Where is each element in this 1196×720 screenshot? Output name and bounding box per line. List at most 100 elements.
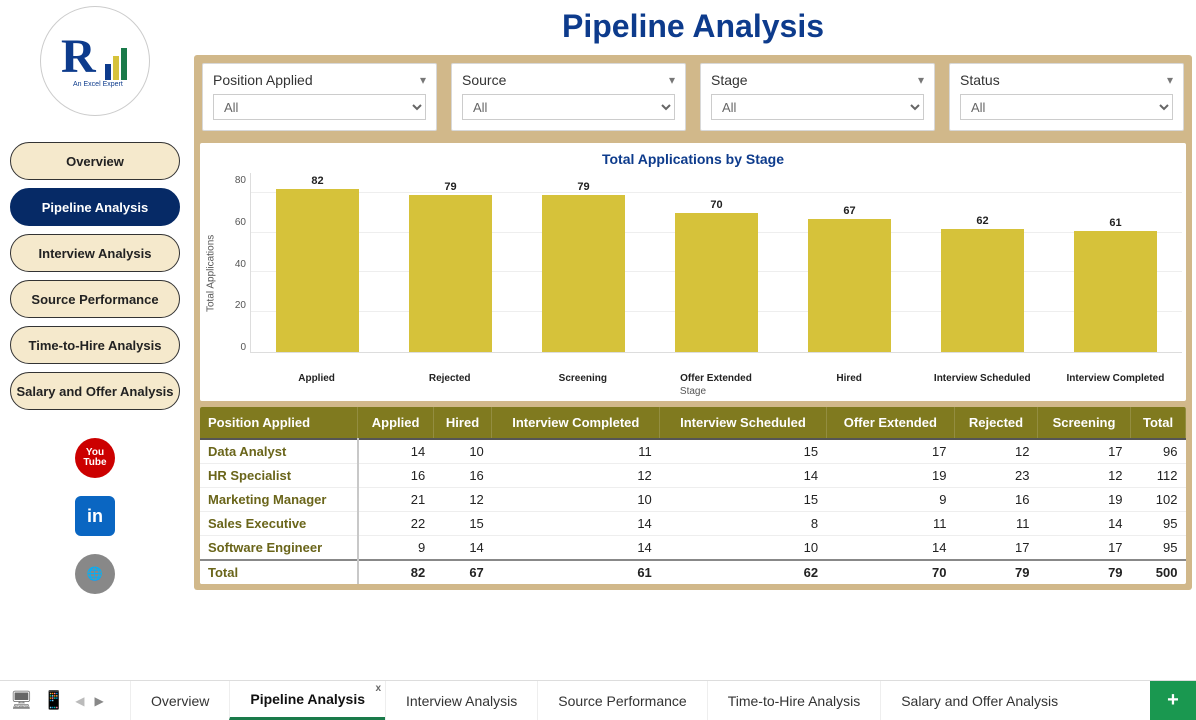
bar-screening[interactable]: 79 (517, 173, 650, 352)
slicer-label: Status (960, 72, 1000, 88)
col-header[interactable]: Interview Completed (492, 407, 660, 439)
bar-value-label: 79 (577, 181, 589, 193)
slicer-status[interactable]: Status ▾ All (949, 63, 1184, 131)
x-category-label: Applied (250, 373, 383, 384)
view-controls: 🖥 📱 ◀ ▶ (0, 681, 130, 720)
bar (675, 213, 757, 352)
cell: 9 (358, 536, 433, 561)
bar (1074, 231, 1156, 352)
bar-hired[interactable]: 67 (783, 173, 916, 352)
web-icon[interactable]: 🌐 (75, 554, 115, 594)
bar-interview-scheduled[interactable]: 62 (916, 173, 1049, 352)
cell: 14 (826, 536, 954, 561)
cell: 12 (955, 439, 1038, 464)
x-category-label: Interview Scheduled (916, 373, 1049, 384)
table-row[interactable]: HR Specialist16161214192312112 (200, 464, 1186, 488)
cell: 67 (433, 560, 492, 584)
y-axis-label: Total Applications (204, 173, 218, 373)
desktop-view-icon[interactable]: 🖥 (10, 690, 33, 711)
slicer-label: Source (462, 72, 506, 88)
cell: 62 (660, 560, 826, 584)
chevron-down-icon[interactable]: ▾ (669, 73, 675, 87)
bar (808, 219, 890, 352)
slicer-position[interactable]: Position Applied ▾ All (202, 63, 437, 131)
cell: 19 (1037, 488, 1130, 512)
tab-source-performance[interactable]: Source Performance (537, 681, 706, 720)
cell: 10 (660, 536, 826, 561)
slicer-select-status[interactable]: All (960, 94, 1173, 120)
chevron-down-icon[interactable]: ▾ (918, 73, 924, 87)
main: Pipeline Analysis Position Applied▾ All … (190, 0, 1196, 668)
tab-overview[interactable]: Overview (130, 681, 229, 720)
table-row[interactable]: Marketing Manager2112101591619102 (200, 488, 1186, 512)
col-header[interactable]: Position Applied (200, 407, 358, 439)
slicer-select-source[interactable]: All (462, 94, 675, 120)
slicer-select-position[interactable]: All (213, 94, 426, 120)
table-row[interactable]: Software Engineer914141014171795 (200, 536, 1186, 561)
col-header[interactable]: Hired (433, 407, 492, 439)
tab-interview-analysis[interactable]: Interview Analysis (385, 681, 537, 720)
logo-text: R An Excel Expert (55, 24, 135, 97)
col-header[interactable]: Interview Scheduled (660, 407, 826, 439)
tab-pipeline-analysis[interactable]: Pipeline Analysisx (229, 681, 385, 720)
slicer-stage[interactable]: Stage▾ All (700, 63, 935, 131)
x-category-label: Hired (783, 373, 916, 384)
add-page-button[interactable]: + (1150, 681, 1196, 720)
cell: 14 (660, 464, 826, 488)
x-axis-categories: AppliedRejectedScreeningOffer ExtendedHi… (250, 373, 1182, 384)
chevron-down-icon[interactable]: ▾ (1167, 73, 1173, 87)
cell: 17 (1037, 536, 1130, 561)
bar-interview-completed[interactable]: 61 (1049, 173, 1182, 352)
cell: 70 (826, 560, 954, 584)
cell: 95 (1131, 536, 1186, 561)
col-header[interactable]: Screening (1037, 407, 1130, 439)
chevron-down-icon[interactable]: ▾ (420, 73, 426, 87)
bar-value-label: 70 (710, 199, 722, 211)
cell: 102 (1131, 488, 1186, 512)
table-body: Data Analyst1410111517121796HR Specialis… (200, 439, 1186, 584)
cell: 61 (492, 560, 660, 584)
col-header[interactable]: Total (1131, 407, 1186, 439)
col-header[interactable]: Rejected (955, 407, 1038, 439)
table-row[interactable]: Sales Executive221514811111495 (200, 512, 1186, 536)
cell: 16 (955, 488, 1038, 512)
logo-icon: R An Excel Expert (55, 24, 135, 94)
slicer-source[interactable]: Source ▾ All (451, 63, 686, 131)
bar-value-label: 67 (843, 205, 855, 217)
chart-panel: Total Applications by Stage Total Applic… (200, 143, 1186, 401)
slicer-select-stage[interactable]: All (711, 94, 924, 120)
bar-value-label: 62 (976, 215, 988, 227)
col-header[interactable]: Offer Extended (826, 407, 954, 439)
nav-source[interactable]: Source Performance (10, 280, 180, 318)
prev-page-icon[interactable]: ◀ (75, 694, 84, 708)
bar-applied[interactable]: 82 (251, 173, 384, 352)
nav-interview[interactable]: Interview Analysis (10, 234, 180, 272)
youtube-icon[interactable]: You Tube (75, 438, 115, 478)
nav-pipeline[interactable]: Pipeline Analysis (10, 188, 180, 226)
bar-offer-extended[interactable]: 70 (650, 173, 783, 352)
cell: 14 (1037, 512, 1130, 536)
logo: R An Excel Expert (40, 6, 150, 116)
tab-time-to-hire-analysis[interactable]: Time-to-Hire Analysis (707, 681, 881, 720)
nav-salary[interactable]: Salary and Offer Analysis (10, 372, 180, 410)
x-category-label: Screening (516, 373, 649, 384)
social-links: You Tube in 🌐 (75, 438, 115, 594)
nav-timetohire[interactable]: Time-to-Hire Analysis (10, 326, 180, 364)
slicer-label: Position Applied (213, 72, 313, 88)
nav-overview[interactable]: Overview (10, 142, 180, 180)
bar-rejected[interactable]: 79 (384, 173, 517, 352)
tab-salary-and-offer-analysis[interactable]: Salary and Offer Analysis (880, 681, 1078, 720)
table-row[interactable]: Data Analyst1410111517121796 (200, 439, 1186, 464)
next-page-icon[interactable]: ▶ (95, 694, 104, 708)
cell: 22 (358, 512, 433, 536)
linkedin-icon[interactable]: in (75, 496, 115, 536)
cell: 14 (492, 536, 660, 561)
svg-text:An Excel Expert: An Excel Expert (73, 81, 123, 88)
x-category-label: Offer Extended (649, 373, 782, 384)
page-tabs: OverviewPipeline AnalysisxInterview Anal… (130, 681, 1150, 720)
close-icon[interactable]: x (375, 683, 381, 694)
page-title: Pipeline Analysis (190, 8, 1196, 45)
mobile-view-icon[interactable]: 📱 (43, 690, 65, 711)
col-header[interactable]: Applied (358, 407, 433, 439)
bar (941, 229, 1023, 352)
